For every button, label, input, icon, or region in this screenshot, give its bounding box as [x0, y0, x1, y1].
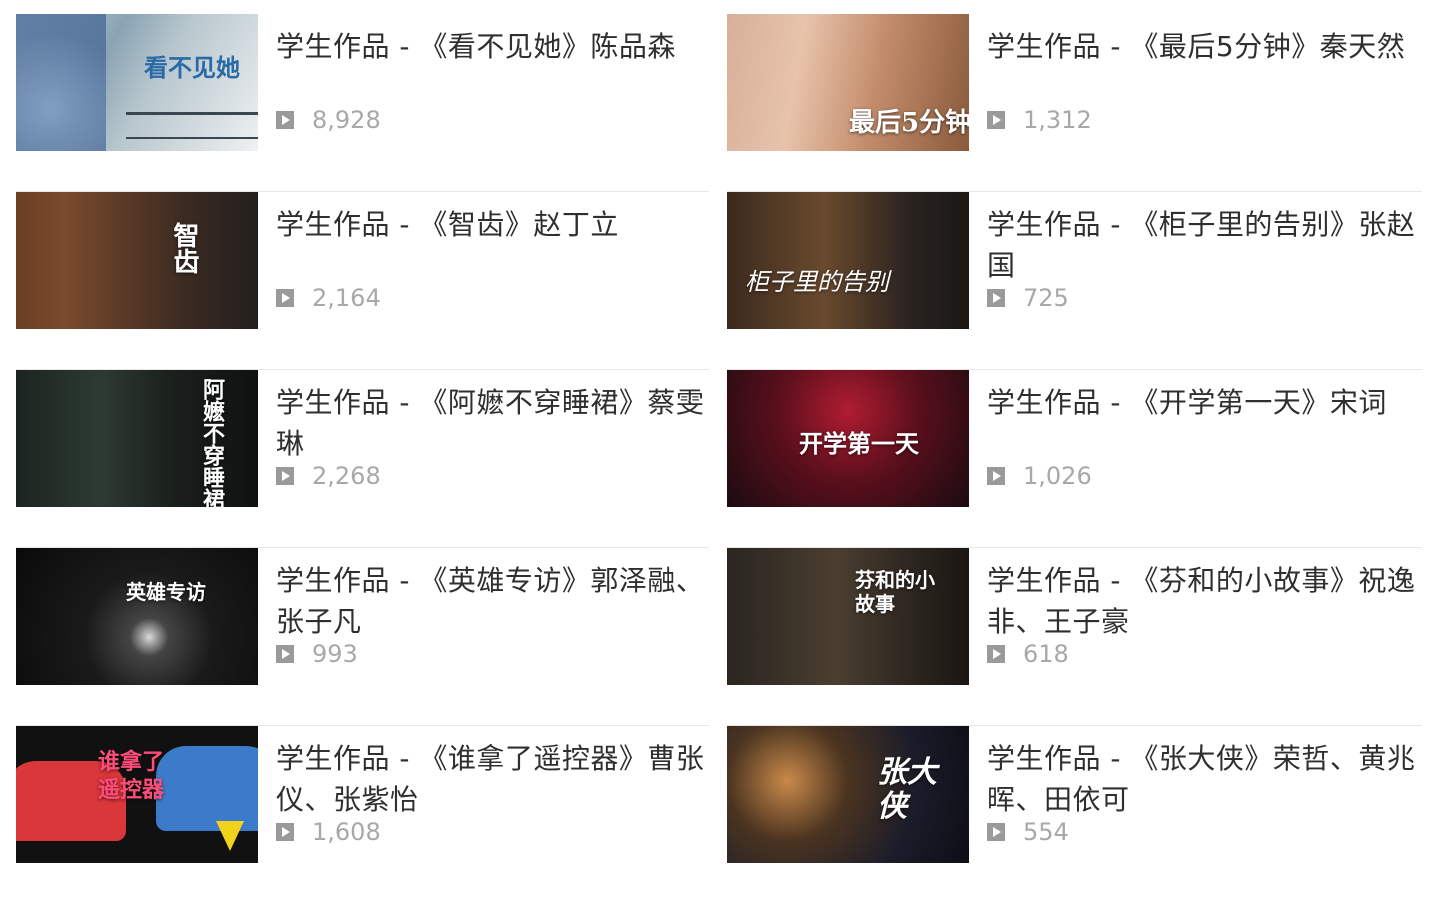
thumbnail-title: 英雄专访 [126, 580, 206, 604]
video-grid: 看不见她 学生作品 - 《看不见她》陈品森 8,928 最后5分钟 学生作品 -… [16, 14, 1422, 904]
video-title[interactable]: 学生作品 - 《英雄专访》郭泽融、张子凡 [276, 560, 709, 642]
thumbnail-title: 开学第一天 [799, 429, 919, 458]
video-title[interactable]: 学生作品 - 《张大侠》荣哲、黄兆晖、田依可 [987, 738, 1422, 820]
thumbnail-title: 张大侠 [877, 755, 937, 824]
video-title[interactable]: 学生作品 - 《最后5分钟》秦天然 [987, 26, 1422, 108]
thumbnail-title: 谁拿了遥控器 [98, 749, 165, 803]
video-thumbnail[interactable]: 智齿 [16, 192, 258, 329]
video-item[interactable]: 智齿 学生作品 - 《智齿》赵丁立 2,164 [16, 192, 709, 370]
video-item[interactable]: 阿嬷不穿睡裙 学生作品 - 《阿嬷不穿睡裙》蔡雯琳 2,268 [16, 370, 709, 548]
view-count: 725 [1023, 284, 1069, 312]
video-thumbnail[interactable]: 英雄专访 [16, 548, 258, 685]
view-count: 2,268 [312, 462, 381, 490]
video-thumbnail[interactable]: 柜子里的告别 [727, 192, 969, 329]
play-icon [276, 823, 294, 841]
video-thumbnail[interactable]: 最后5分钟 [727, 14, 969, 151]
view-count: 1,312 [1023, 106, 1092, 134]
video-title[interactable]: 学生作品 - 《谁拿了遥控器》曹张仪、张紫怡 [276, 738, 709, 820]
video-thumbnail[interactable]: 芬和的小故事 [727, 548, 969, 685]
play-icon [276, 289, 294, 307]
play-icon [987, 823, 1005, 841]
play-icon [276, 111, 294, 129]
video-item[interactable]: 芬和的小故事 学生作品 - 《芬和的小故事》祝逸非、王子豪 618 [727, 548, 1422, 726]
video-title[interactable]: 学生作品 - 《开学第一天》宋词 [987, 382, 1422, 464]
video-item[interactable]: 谁拿了遥控器 学生作品 - 《谁拿了遥控器》曹张仪、张紫怡 1,608 [16, 726, 709, 904]
video-item[interactable]: 看不见她 学生作品 - 《看不见她》陈品森 8,928 [16, 14, 709, 192]
video-item[interactable]: 最后5分钟 学生作品 - 《最后5分钟》秦天然 1,312 [727, 14, 1422, 192]
play-icon [987, 111, 1005, 129]
view-count: 993 [312, 640, 358, 668]
play-icon [276, 645, 294, 663]
view-count: 2,164 [312, 284, 381, 312]
thumbnail-title: 阿嬷不穿睡裙 [199, 378, 225, 507]
play-icon [987, 467, 1005, 485]
video-thumbnail[interactable]: 谁拿了遥控器 [16, 726, 258, 863]
video-thumbnail[interactable]: 开学第一天 [727, 370, 969, 507]
video-thumbnail[interactable]: 阿嬷不穿睡裙 [16, 370, 258, 507]
view-count: 618 [1023, 640, 1069, 668]
view-count: 1,026 [1023, 462, 1092, 490]
video-title[interactable]: 学生作品 - 《看不见她》陈品森 [276, 26, 709, 108]
thumbnail-title: 智齿 [169, 222, 199, 274]
play-icon [987, 645, 1005, 663]
thumbnail-title: 最后5分钟 [849, 108, 969, 138]
video-title[interactable]: 学生作品 - 《阿嬷不穿睡裙》蔡雯琳 [276, 382, 709, 464]
video-title[interactable]: 学生作品 - 《芬和的小故事》祝逸非、王子豪 [987, 560, 1422, 642]
video-title[interactable]: 学生作品 - 《柜子里的告别》张赵国 [987, 204, 1422, 286]
play-icon [987, 289, 1005, 307]
thumbnail-title: 看不见她 [144, 53, 240, 82]
thumbnail-title: 芬和的小故事 [855, 568, 935, 616]
video-item[interactable]: 张大侠 学生作品 - 《张大侠》荣哲、黄兆晖、田依可 554 [727, 726, 1422, 904]
view-count: 8,928 [312, 106, 381, 134]
play-icon [276, 467, 294, 485]
thumbnail-title: 柜子里的告别 [745, 268, 889, 296]
view-count: 554 [1023, 818, 1069, 846]
video-thumbnail[interactable]: 张大侠 [727, 726, 969, 863]
video-item[interactable]: 开学第一天 学生作品 - 《开学第一天》宋词 1,026 [727, 370, 1422, 548]
video-title[interactable]: 学生作品 - 《智齿》赵丁立 [276, 204, 709, 286]
view-count: 1,608 [312, 818, 381, 846]
video-item[interactable]: 柜子里的告别 学生作品 - 《柜子里的告别》张赵国 725 [727, 192, 1422, 370]
video-item[interactable]: 英雄专访 学生作品 - 《英雄专访》郭泽融、张子凡 993 [16, 548, 709, 726]
video-thumbnail[interactable]: 看不见她 [16, 14, 258, 151]
